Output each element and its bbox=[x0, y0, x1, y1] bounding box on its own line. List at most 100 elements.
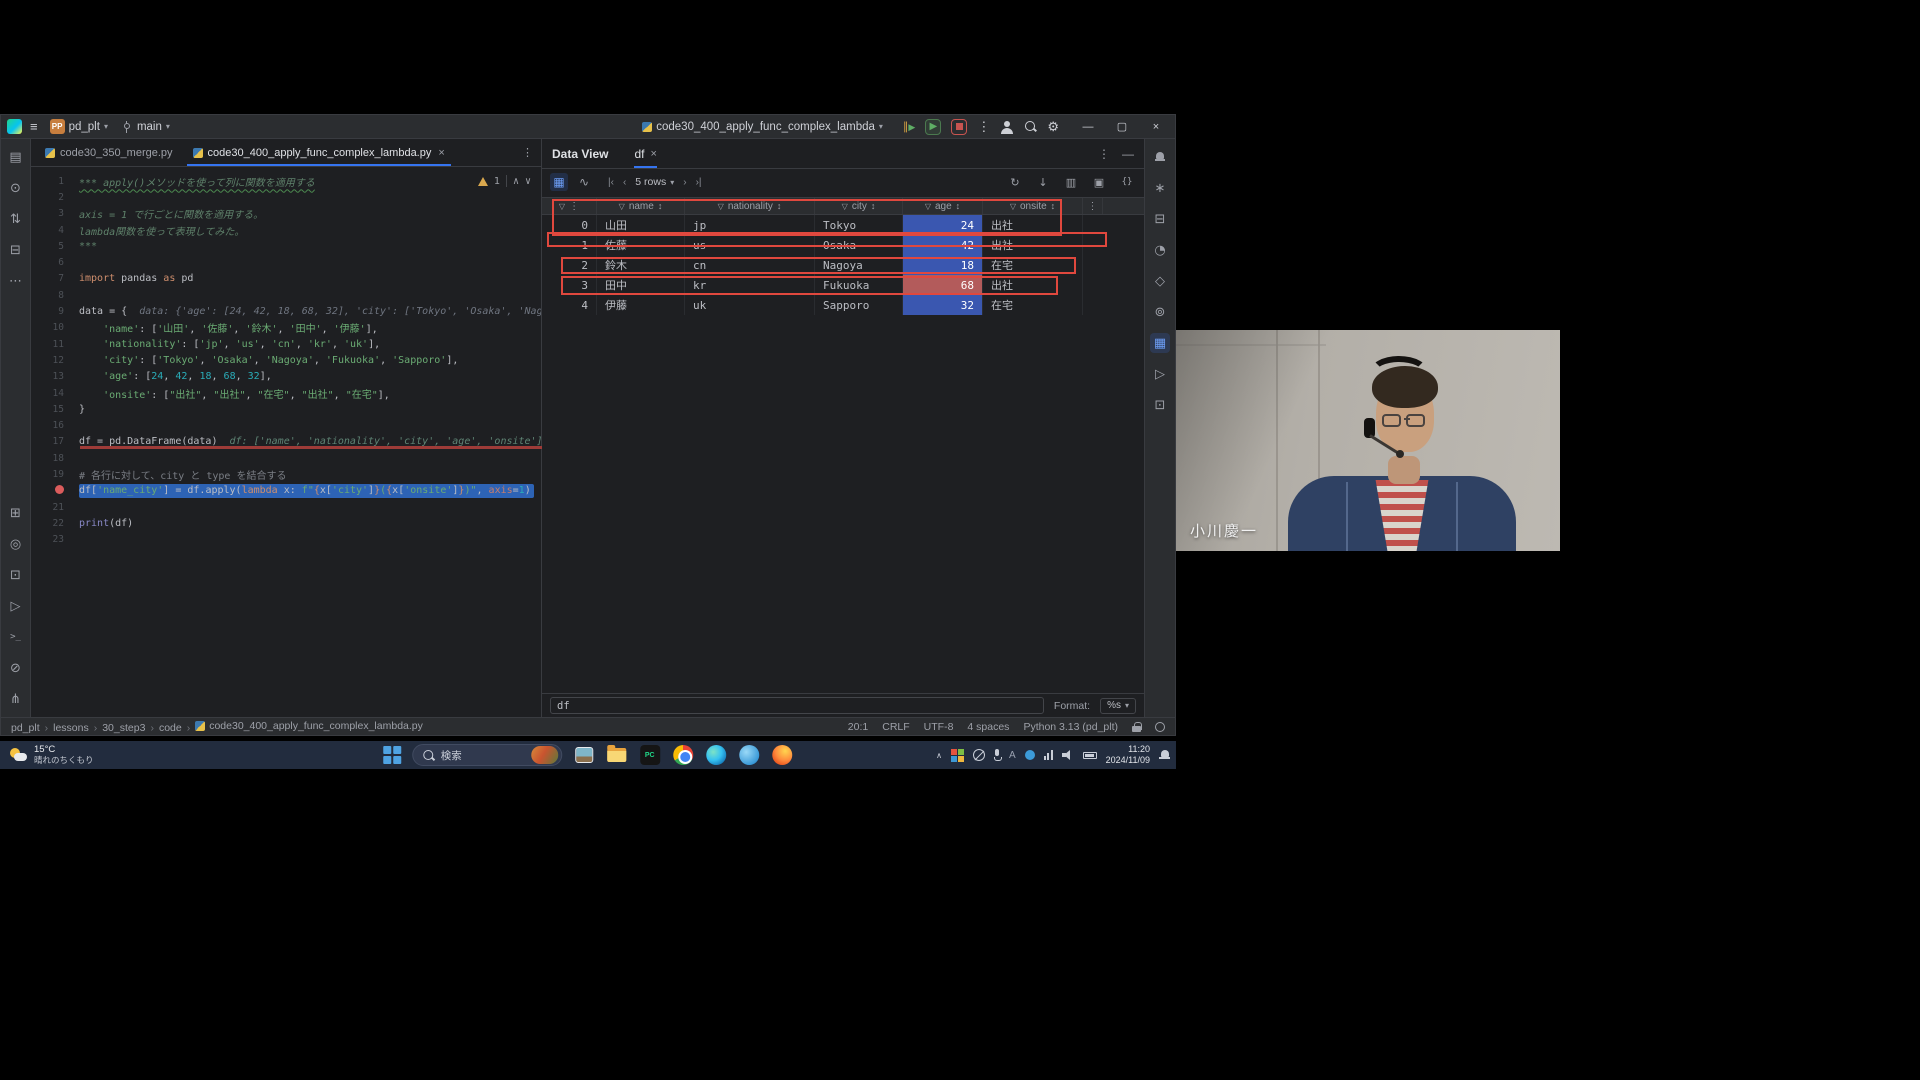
export-icon[interactable]: ↓ bbox=[1034, 173, 1052, 191]
line-number[interactable]: 22 bbox=[31, 518, 79, 529]
store-icon[interactable] bbox=[951, 749, 964, 762]
ime-indicator[interactable]: A bbox=[1009, 750, 1016, 761]
indexing-status-icon[interactable] bbox=[1155, 722, 1165, 732]
tab-code30-400-apply-func-complex-lambda[interactable]: code30_400_apply_func_complex_lambda.py … bbox=[183, 139, 455, 166]
first-page-icon[interactable]: |‹ bbox=[608, 177, 614, 188]
firefox-button[interactable] bbox=[771, 744, 793, 766]
breadcrumb-item[interactable]: code bbox=[159, 722, 182, 734]
code-line[interactable]: 9data = { data: {'age': [24, 42, 18, 68,… bbox=[31, 303, 541, 319]
cell-nationality[interactable]: uk bbox=[685, 295, 815, 315]
line-number[interactable]: 13 bbox=[31, 371, 79, 382]
notifications-icon[interactable] bbox=[1150, 147, 1170, 167]
rerun-button[interactable]: ▶ bbox=[925, 119, 941, 135]
interpreter[interactable]: Python 3.13 (pd_plt) bbox=[1023, 721, 1118, 733]
line-number[interactable]: 14 bbox=[31, 388, 79, 399]
main-menu-icon[interactable]: ≡ bbox=[30, 119, 38, 134]
open-in-editor-icon[interactable]: ▣ bbox=[1090, 173, 1108, 191]
data-view-tab-df[interactable]: df × bbox=[634, 139, 656, 168]
line-number[interactable]: 7 bbox=[31, 273, 79, 284]
vcs-branch-widget[interactable]: main ▾ bbox=[120, 120, 174, 134]
pull-requests-icon[interactable]: ⇅ bbox=[6, 209, 26, 229]
format-select[interactable]: %s ▾ bbox=[1100, 698, 1136, 714]
minimize-button[interactable]: — bbox=[1075, 116, 1101, 138]
table-row[interactable]: 4伊藤ukSapporo32在宅 bbox=[542, 295, 1144, 315]
close-tab-icon[interactable]: × bbox=[651, 148, 657, 160]
line-number[interactable]: 1 bbox=[31, 176, 79, 187]
line-number[interactable]: 12 bbox=[31, 355, 79, 366]
line-number[interactable]: 4 bbox=[31, 225, 79, 236]
more-actions-icon[interactable]: ⋮ bbox=[977, 119, 990, 135]
terminal-icon[interactable]: >_ bbox=[6, 627, 26, 647]
settings-icon[interactable]: ⚙ bbox=[1047, 119, 1059, 135]
tab-code30-350-merge[interactable]: code30_350_merge.py bbox=[35, 139, 183, 166]
encoding[interactable]: UTF-8 bbox=[924, 721, 954, 733]
todo-icon[interactable]: ⊡ bbox=[6, 565, 26, 585]
prev-page-icon[interactable]: ‹ bbox=[623, 177, 626, 188]
line-number[interactable]: 11 bbox=[31, 339, 79, 350]
line-separator[interactable]: CRLF bbox=[882, 721, 909, 733]
close-button[interactable]: × bbox=[1143, 116, 1169, 138]
code-editor[interactable]: 1*** apply()メソッドを使って列に関数を適用する23axis = 1 … bbox=[31, 167, 541, 717]
notifications-icon[interactable] bbox=[1159, 750, 1170, 761]
last-page-icon[interactable]: ›| bbox=[696, 177, 702, 188]
weather-widget[interactable]: 15°C 晴れのちくもり bbox=[6, 741, 98, 769]
code-line[interactable]: 3axis = 1 で行ごとに関数を適用する。 bbox=[31, 206, 541, 222]
plugins-icon[interactable]: ⊡ bbox=[1150, 395, 1170, 415]
format-icon[interactable]: {} bbox=[1118, 173, 1136, 191]
cell-onsite[interactable]: 在宅 bbox=[983, 295, 1083, 315]
tab-options-icon[interactable]: ⋮ bbox=[514, 146, 541, 159]
project-icon[interactable]: ▤ bbox=[6, 147, 26, 167]
code-line[interactable]: 23 bbox=[31, 532, 541, 548]
more-tool-windows-icon[interactable]: ⋯ bbox=[6, 271, 26, 291]
code-line[interactable]: 5*** bbox=[31, 238, 541, 254]
indent[interactable]: 4 spaces bbox=[967, 721, 1009, 733]
line-number[interactable]: 6 bbox=[31, 257, 79, 268]
panel-options-icon[interactable]: ⋮ bbox=[1098, 147, 1110, 161]
task-view-button[interactable] bbox=[573, 744, 595, 766]
app-blue-button[interactable] bbox=[738, 744, 760, 766]
data-view-icon[interactable]: ▦ bbox=[1150, 333, 1170, 353]
line-number[interactable]: 5 bbox=[31, 241, 79, 252]
cell-name[interactable]: 伊藤 bbox=[597, 295, 685, 315]
code-line[interactable]: 2 bbox=[31, 189, 541, 205]
chrome-button[interactable] bbox=[672, 744, 694, 766]
line-number[interactable]: 2 bbox=[31, 192, 79, 203]
commit-icon[interactable]: ⊙ bbox=[6, 178, 26, 198]
code-line[interactable]: 14 'onsite': ["出社", "出社", "在宅", "出社", "在… bbox=[31, 385, 541, 401]
reload-icon[interactable]: ↻ bbox=[1006, 173, 1024, 191]
version-control-icon[interactable]: ⋔ bbox=[6, 689, 26, 709]
code-line[interactable]: 21 bbox=[31, 499, 541, 515]
file-explorer-button[interactable] bbox=[606, 744, 628, 766]
code-with-me-icon[interactable] bbox=[1000, 120, 1014, 134]
code-line[interactable]: 18 bbox=[31, 450, 541, 466]
code-line[interactable]: 8 bbox=[31, 287, 541, 303]
code-line[interactable]: 12 'city': ['Tokyo', 'Osaka', 'Nagoya', … bbox=[31, 352, 541, 368]
next-problem-icon[interactable]: ∨ bbox=[525, 176, 531, 187]
cell-index[interactable]: 4 bbox=[542, 295, 597, 315]
page-size-select[interactable]: 5 rows ▾ bbox=[635, 176, 674, 188]
search-everywhere-icon[interactable] bbox=[1024, 120, 1037, 133]
code-line[interactable]: 11 'nationality': ['jp', 'us', 'cn', 'kr… bbox=[31, 336, 541, 352]
coverage-icon[interactable]: ◔ bbox=[1150, 240, 1170, 260]
table-view-icon[interactable]: ▦ bbox=[550, 173, 568, 191]
pycharm-taskbar-button[interactable]: PC bbox=[639, 744, 661, 766]
run-window-icon[interactable]: ▷ bbox=[1150, 364, 1170, 384]
database-icon[interactable]: ⊟ bbox=[1150, 209, 1170, 229]
documentation-icon[interactable]: ◇ bbox=[1150, 271, 1170, 291]
structure-icon[interactable]: ⊟ bbox=[6, 240, 26, 260]
chart-view-icon[interactable]: ∿ bbox=[575, 173, 593, 191]
line-number[interactable]: 15 bbox=[31, 404, 79, 415]
line-number[interactable]: 23 bbox=[31, 534, 79, 545]
breakpoint-icon[interactable] bbox=[31, 485, 79, 497]
project-widget[interactable]: PP pd_plt ▾ bbox=[46, 118, 112, 135]
prev-problem-icon[interactable]: ∧ bbox=[513, 176, 519, 187]
line-number[interactable]: 16 bbox=[31, 420, 79, 431]
line-number[interactable]: 8 bbox=[31, 290, 79, 301]
volume-icon[interactable] bbox=[1062, 750, 1074, 760]
lock-icon[interactable] bbox=[1132, 722, 1141, 732]
start-button[interactable] bbox=[383, 746, 401, 764]
close-tab-icon[interactable]: × bbox=[438, 147, 444, 159]
breadcrumb-item[interactable]: 30_step3 bbox=[102, 722, 145, 734]
line-number[interactable]: 17 bbox=[31, 436, 79, 447]
taskbar-search[interactable]: 検索 bbox=[412, 744, 562, 766]
